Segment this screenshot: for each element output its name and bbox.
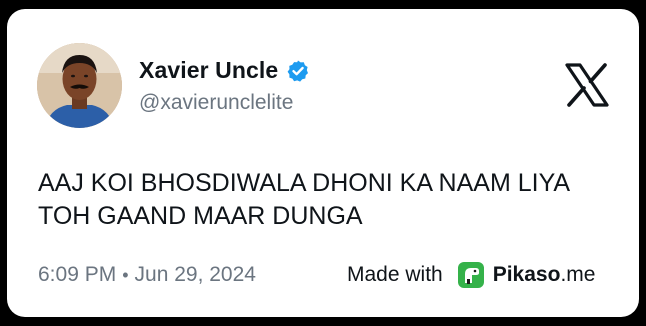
avatar[interactable] <box>37 43 122 128</box>
tweet-card: Xavier Uncle @xavierunclelite AAJ KOI BH… <box>7 9 639 317</box>
tweet-text: AAJ KOI BHOSDIWALA DHONI KA NAAM LIYA TO… <box>38 167 618 233</box>
pikaso-brand-suffix: .me <box>560 263 596 286</box>
pikaso-brand-name: Pikaso.me <box>493 263 596 287</box>
verified-badge-icon <box>287 60 309 82</box>
user-name-row: Xavier Uncle <box>139 57 310 84</box>
made-with-branding[interactable]: Made with Pikaso.me <box>347 261 595 289</box>
tweet-timestamp[interactable]: 6:09 PM • Jun 29, 2024 <box>38 263 256 287</box>
tweet-time: 6:09 PM <box>38 263 117 286</box>
made-with-label: Made with <box>347 263 443 286</box>
x-logo-icon <box>565 63 609 107</box>
profile-photo <box>37 43 122 128</box>
user-handle[interactable]: @xavierunclelite <box>139 91 293 115</box>
tweet-text-line-2: TOH GAAND MAAR DUNGA <box>38 202 363 230</box>
pikaso-dino-icon <box>457 262 484 288</box>
separator-dot: • <box>122 264 129 285</box>
tweet-text-line-1: AAJ KOI BHOSDIWALA DHONI KA NAAM LIYA <box>38 169 571 197</box>
display-name[interactable]: Xavier Uncle <box>139 57 278 84</box>
tweet-date: Jun 29, 2024 <box>134 263 256 286</box>
pikaso-brand-bold: Pikaso <box>492 263 561 286</box>
